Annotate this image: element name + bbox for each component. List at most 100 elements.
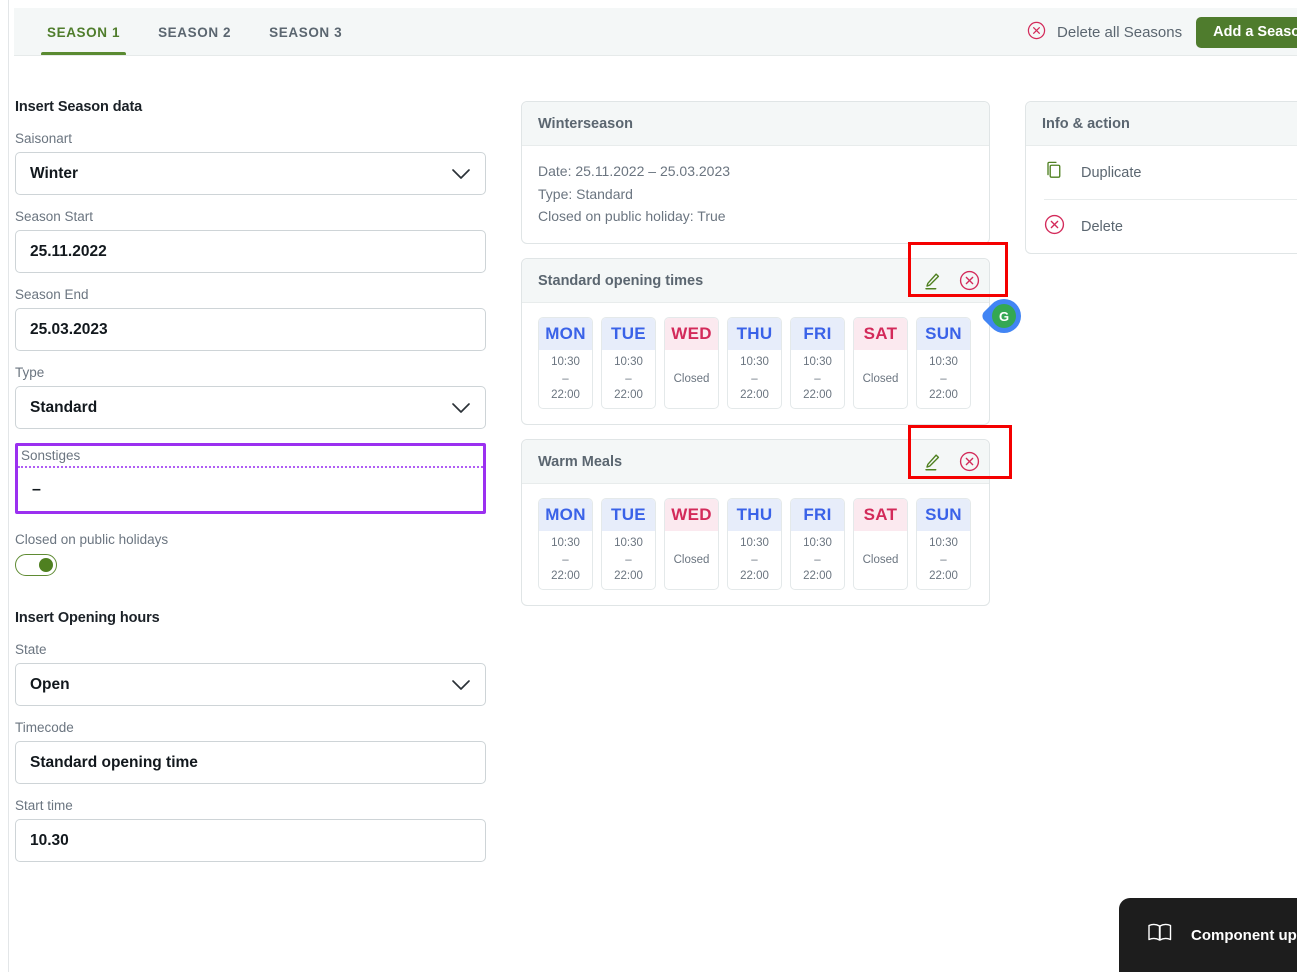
standard-opening-times-actions bbox=[921, 270, 980, 292]
season-start-input[interactable]: 25.11.2022 bbox=[15, 230, 486, 273]
day-card[interactable]: SUN 10:30 – 22:00 bbox=[916, 317, 971, 410]
day-card[interactable]: WED Closed bbox=[664, 498, 719, 591]
delete-all-seasons-label: Delete all Seasons bbox=[1057, 23, 1183, 41]
day-hours-line2: – bbox=[625, 553, 632, 566]
day-card[interactable]: THU 10:30 – 22:00 bbox=[727, 498, 782, 591]
field-closed-public-holidays: Closed on public holidays bbox=[15, 532, 486, 576]
day-hours-line3: 22:00 bbox=[803, 570, 832, 583]
day-hours-line2: – bbox=[625, 372, 632, 385]
sonstiges-highlight-box: Sonstiges – bbox=[15, 443, 486, 514]
day-hours-line3: 22:00 bbox=[551, 389, 580, 402]
day-name: SUN bbox=[917, 499, 970, 532]
season-form: Insert Season data Saisonart Winter Seas… bbox=[15, 99, 486, 876]
day-hours-line1: Closed bbox=[862, 372, 899, 385]
state-select[interactable]: Open bbox=[15, 663, 486, 706]
day-hours-line1: 10:30 bbox=[803, 356, 832, 369]
day-card[interactable]: MON 10:30 – 22:00 bbox=[538, 317, 593, 410]
day-hours-line2: – bbox=[562, 553, 569, 566]
season-end-input[interactable]: 25.03.2023 bbox=[15, 308, 486, 351]
winterseason-holiday: Closed on public holiday: True bbox=[538, 208, 726, 225]
tab-season-3[interactable]: SEASON 3 bbox=[250, 8, 361, 56]
day-hours-line2: – bbox=[814, 553, 821, 566]
day-card[interactable]: MON 10:30 – 22:00 bbox=[538, 498, 593, 591]
day-hours-line1: 10:30 bbox=[929, 537, 958, 550]
tab-season-1[interactable]: SEASON 1 bbox=[28, 8, 139, 56]
day-card[interactable]: THU 10:30 – 22:00 bbox=[727, 317, 782, 410]
delete-label: Delete bbox=[1081, 218, 1123, 235]
circle-x-icon bbox=[1044, 214, 1065, 239]
day-hours-line2: – bbox=[751, 553, 758, 566]
saisonart-select[interactable]: Winter bbox=[15, 152, 486, 195]
day-card[interactable]: TUE 10:30 – 22:00 bbox=[601, 317, 656, 410]
warm-meals-title: Warm Meals bbox=[538, 453, 623, 470]
delete-standard-opening-times-button[interactable] bbox=[959, 270, 980, 291]
day-hours-line3: 22:00 bbox=[614, 389, 643, 402]
insert-opening-hours-title: Insert Opening hours bbox=[15, 610, 160, 626]
season-tabs: SEASON 1 SEASON 2 SEASON 3 bbox=[14, 8, 361, 56]
duplicate-label: Duplicate bbox=[1081, 164, 1142, 181]
day-name: WED bbox=[665, 499, 718, 532]
delete-all-seasons-button[interactable]: Delete all Seasons bbox=[1027, 21, 1196, 44]
day-card[interactable]: FRI 10:30 – 22:00 bbox=[790, 317, 845, 410]
winterseason-title: Winterseason bbox=[538, 115, 633, 132]
field-season-end: Season End 25.03.2023 bbox=[15, 287, 486, 351]
day-card[interactable]: TUE 10:30 – 22:00 bbox=[601, 498, 656, 591]
day-hours-line3: 22:00 bbox=[803, 389, 832, 402]
state-label: State bbox=[15, 642, 47, 657]
collaborator-pin-badge[interactable]: G bbox=[979, 291, 1029, 341]
edit-warm-meals-button[interactable] bbox=[921, 451, 943, 473]
day-hours: Closed bbox=[854, 350, 907, 408]
day-name: TUE bbox=[602, 318, 655, 351]
day-hours-line3: 22:00 bbox=[614, 570, 643, 583]
delete-warm-meals-button[interactable] bbox=[959, 451, 980, 472]
day-hours-line1: 10:30 bbox=[614, 537, 643, 550]
day-hours-line3: 22:00 bbox=[740, 570, 769, 583]
day-hours-line1: Closed bbox=[673, 553, 710, 566]
day-hours-line1: 10:30 bbox=[614, 356, 643, 369]
tab-season-2[interactable]: SEASON 2 bbox=[139, 8, 250, 56]
standard-opening-times-days: MON 10:30 – 22:00 TUE 10:30 – 22:00 WED … bbox=[538, 317, 973, 410]
duplicate-button[interactable]: Duplicate bbox=[1026, 146, 1297, 199]
day-card[interactable]: SAT Closed bbox=[853, 317, 908, 410]
standard-opening-times-card: Standard opening times MON 10:30 – 22:00… bbox=[521, 242, 1008, 426]
timecode-label: Timecode bbox=[15, 720, 74, 735]
start-time-input[interactable]: 10.30 bbox=[15, 819, 486, 862]
edit-standard-opening-times-button[interactable] bbox=[921, 270, 943, 292]
day-name: TUE bbox=[602, 499, 655, 532]
type-value: Standard bbox=[30, 398, 98, 416]
winterseason-type: Type: Standard bbox=[538, 185, 633, 202]
day-name: FRI bbox=[791, 499, 844, 532]
standard-opening-times-header: Standard opening times bbox=[522, 242, 1008, 304]
info-action-title: Info & action bbox=[1042, 115, 1130, 132]
add-season-button[interactable]: Add a Season bbox=[1196, 16, 1297, 48]
day-hours-line1: 10:30 bbox=[740, 537, 769, 550]
day-card[interactable]: WED Closed bbox=[664, 317, 719, 410]
component-update-label: Component update bbox=[1191, 926, 1297, 944]
warm-meals-actions bbox=[921, 451, 980, 473]
component-update-widget[interactable]: Component update bbox=[1119, 898, 1297, 972]
delete-button[interactable]: Delete bbox=[1026, 200, 1297, 253]
info-action-body: Duplicate Delete bbox=[1026, 146, 1297, 253]
day-card[interactable]: SUN 10:30 – 22:00 bbox=[916, 498, 971, 591]
day-hours-line2: – bbox=[562, 372, 569, 385]
type-select[interactable]: Standard bbox=[15, 386, 486, 429]
day-hours: 10:30 – 22:00 bbox=[728, 350, 781, 408]
season-detail-column: Winterseason Date: 25.11.2022 – 25.03.20… bbox=[521, 101, 1029, 620]
closed-holidays-toggle[interactable] bbox=[15, 554, 57, 576]
day-hours-line1: 10:30 bbox=[803, 537, 832, 550]
sonstiges-input[interactable]: – bbox=[18, 468, 483, 511]
day-hours-line3: 22:00 bbox=[740, 389, 769, 402]
saisonart-label: Saisonart bbox=[15, 131, 73, 146]
copy-icon bbox=[1044, 160, 1065, 185]
standard-opening-times-body: MON 10:30 – 22:00 TUE 10:30 – 22:00 WED … bbox=[522, 303, 989, 424]
closed-holidays-label: Closed on public holidays bbox=[15, 532, 169, 547]
day-card[interactable]: FRI 10:30 – 22:00 bbox=[790, 498, 845, 591]
timecode-input[interactable]: Standard opening time bbox=[15, 741, 486, 784]
day-hours: 10:30 – 22:00 bbox=[602, 350, 655, 408]
book-icon bbox=[1147, 922, 1173, 948]
day-hours-line1: 10:30 bbox=[551, 537, 580, 550]
day-name: MON bbox=[539, 499, 592, 532]
winterseason-date: Date: 25.11.2022 – 25.03.2023 bbox=[538, 163, 731, 179]
day-name: SAT bbox=[854, 499, 907, 532]
day-card[interactable]: SAT Closed bbox=[853, 498, 908, 591]
